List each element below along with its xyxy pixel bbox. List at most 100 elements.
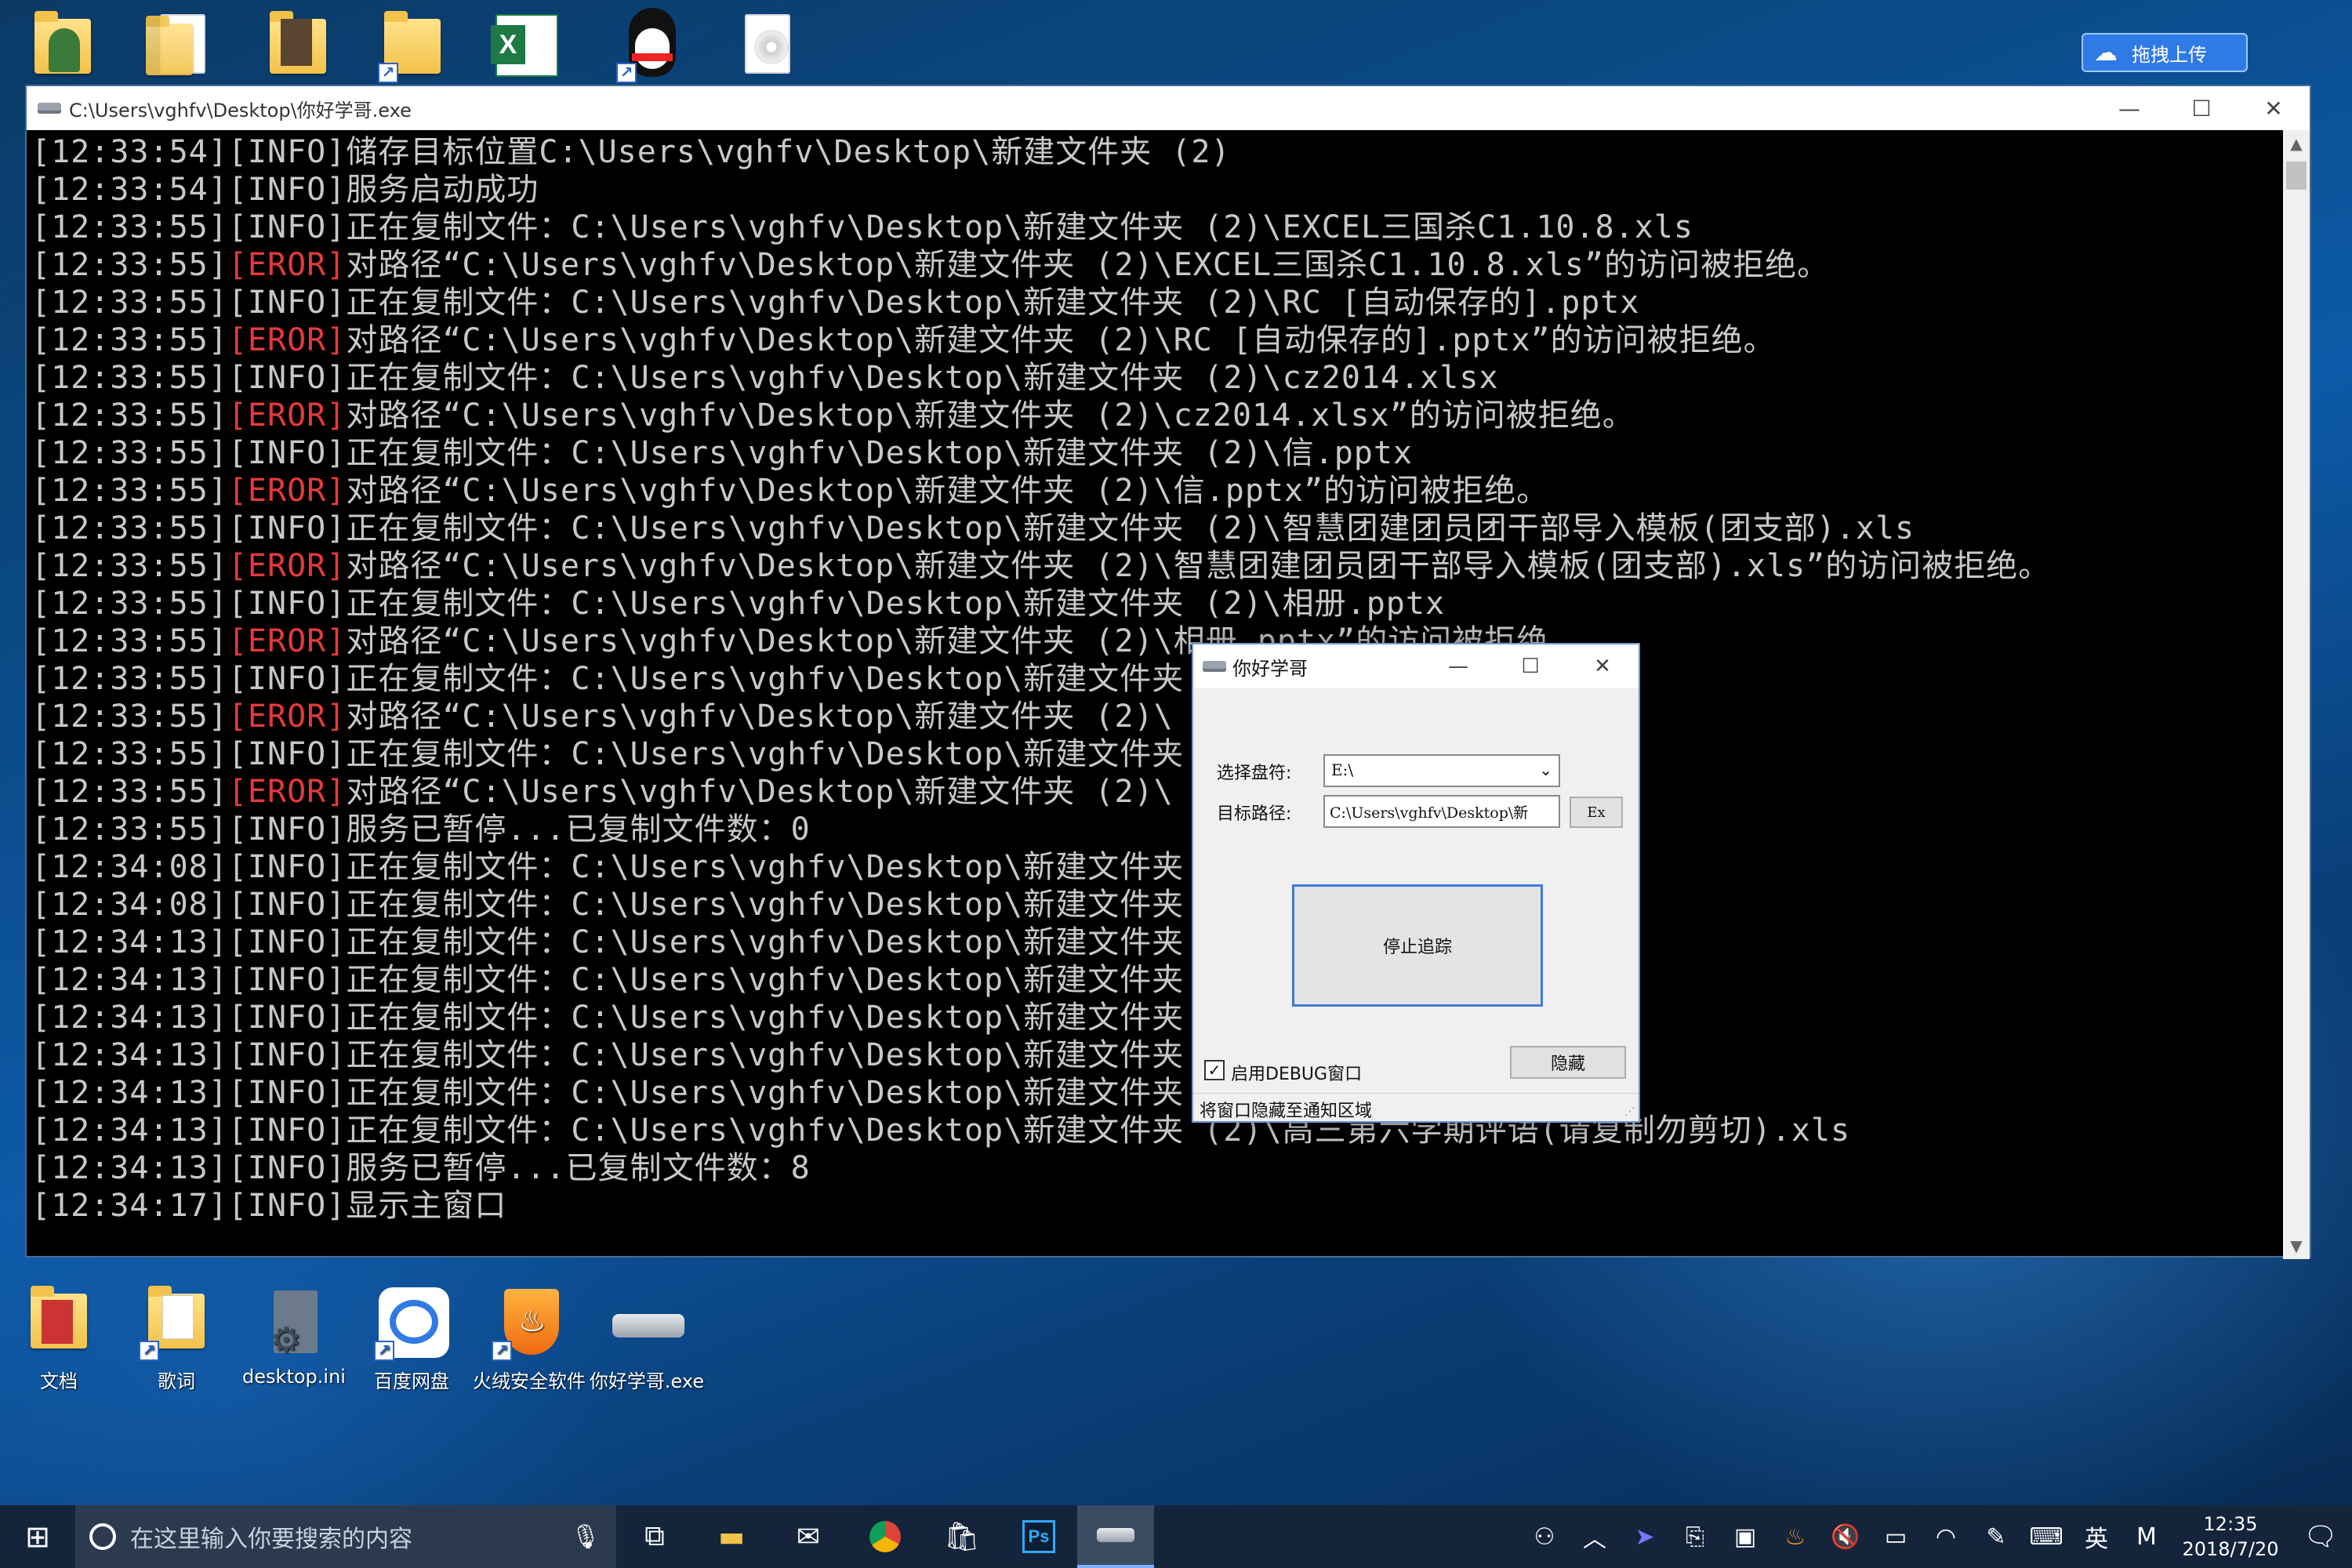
log-time: [12:33:55] <box>31 285 228 321</box>
desktop-icon-documents[interactable]: 文档 <box>0 1286 118 1393</box>
mail-icon[interactable]: ✉ <box>770 1505 847 1568</box>
desktop-icon-huorong[interactable]: ♨ ↗ 火绒安全软件 <box>470 1286 588 1393</box>
log-message: 正在复制文件：C:\Users\vghfv\Desktop\新建文件夹 (2)\… <box>346 360 1499 396</box>
usb-icon[interactable]: ⎘ <box>1670 1523 1720 1551</box>
disc-file-icon[interactable] <box>735 8 811 83</box>
pen-icon[interactable]: ✎ <box>1971 1523 2021 1551</box>
log-message: 正在复制文件：C:\Users\vghfv\Desktop\新建文件夹 <box>346 1037 1185 1073</box>
log-level: [INFO] <box>227 172 347 208</box>
upload-button[interactable]: ☁ 拖拽上传 <box>2082 33 2248 72</box>
log-time: [12:34:13] <box>31 1112 228 1149</box>
desktop-icon-label: 文档 <box>40 1370 78 1392</box>
ime-mode[interactable]: M <box>2122 1523 2172 1551</box>
app-dialog[interactable]: 你好学哥 — ☐ ✕ 选择盘符: E:\ ⌄ 目标路径: C:\Users\vg… <box>1192 643 1640 1123</box>
target-path-field[interactable]: C:\Users\vghfv\Desktop\新 <box>1323 795 1560 828</box>
scroll-up-icon[interactable]: ▲ <box>2283 130 2310 157</box>
ex-button[interactable]: Ex <box>1570 797 1623 828</box>
chevron-up-icon[interactable]: ︿ <box>1570 1519 1620 1554</box>
search-placeholder: 在这里输入你要搜索的内容 <box>130 1526 412 1553</box>
file-explorer-icon[interactable]: ▬ <box>693 1505 770 1568</box>
user-figure <box>49 28 80 72</box>
user-folder-icon[interactable] <box>28 8 103 83</box>
scroll-thumb[interactable] <box>2286 162 2307 190</box>
minimize-button[interactable]: — <box>2093 86 2165 130</box>
volume-muted-icon[interactable]: 🔇 <box>1820 1523 1871 1551</box>
start-button[interactable]: ⊞ <box>0 1505 75 1568</box>
qq-shortcut-icon[interactable]: ↗ <box>616 8 691 83</box>
maximize-button[interactable]: ☐ <box>2165 86 2238 130</box>
console-line: [12:34:13][INFO]正在复制文件：C:\Users\vghfv\De… <box>31 1036 2285 1074</box>
battery-icon[interactable]: ▭ <box>1871 1523 1921 1551</box>
log-time: [12:34:08] <box>31 887 228 923</box>
dialog-minimize-button[interactable]: — <box>1422 644 1494 688</box>
console-title: C:\Users\vghfv\Desktop\你好学哥.exe <box>69 99 412 122</box>
log-level: [EROR] <box>227 699 347 735</box>
log-level: [INFO] <box>227 1188 347 1224</box>
console-line: [12:33:55][EROR]对路径“C:\Users\vghfv\Deskt… <box>31 472 2285 510</box>
log-level: [INFO] <box>227 285 347 321</box>
excel-icon[interactable]: X <box>491 8 566 83</box>
log-time: [12:33:55] <box>31 322 228 358</box>
dialog-status-bar: 将窗口隐藏至通知区域 <box>1193 1093 1639 1121</box>
drive-select-value: E:\ <box>1331 760 1354 779</box>
people-icon[interactable]: ⚇ <box>1519 1523 1570 1551</box>
log-message: 服务启动成功 <box>346 172 539 208</box>
console-line: [12:33:55][INFO]正在复制文件：C:\Users\vghfv\De… <box>31 585 2285 622</box>
taskbar-search-box[interactable]: 在这里输入你要搜索的内容 🎙 <box>75 1505 616 1568</box>
chrome-icon[interactable] <box>847 1505 924 1568</box>
notification-icon[interactable]: 🗨 <box>2289 1521 2352 1552</box>
desktop-icon-desktop-ini[interactable]: ⚙ desktop.ini <box>235 1286 353 1388</box>
ime-language[interactable]: 英 <box>2071 1519 2122 1554</box>
lyrics-folder-icon: ↗ <box>139 1286 214 1361</box>
wifi-icon[interactable]: ◠ <box>1921 1523 1971 1551</box>
document-icon[interactable] <box>146 8 221 83</box>
dialog-maximize-button[interactable]: ☐ <box>1494 644 1566 688</box>
log-level: [EROR] <box>227 397 347 434</box>
stop-tracking-button[interactable]: 停止追踪 <box>1292 884 1543 1007</box>
console-line: [12:33:55][EROR]对路径“C:\Users\vghfv\Deskt… <box>31 622 2285 660</box>
console-line: [12:34:13][INFO]正在复制文件：C:\Users\vghfv\De… <box>31 1112 2285 1149</box>
scroll-down-icon[interactable]: ▼ <box>2283 1232 2310 1259</box>
desktop-icon-lyrics[interactable]: ↗ 歌词 <box>118 1286 235 1393</box>
close-button[interactable]: ✕ <box>2238 86 2310 130</box>
dialog-close-button[interactable]: ✕ <box>1566 644 1639 688</box>
log-level: [INFO] <box>227 736 347 772</box>
debug-checkbox[interactable]: ✓ <box>1204 1060 1225 1080</box>
resize-grip-icon[interactable]: ⋰ <box>1624 1105 1635 1118</box>
log-time: [12:33:55] <box>31 397 228 434</box>
log-time: [12:33:55] <box>31 435 228 471</box>
folder-shortcut-icon[interactable]: ↗ <box>378 8 453 83</box>
status-text: 将窗口隐藏至通知区域 <box>1200 1102 1373 1121</box>
log-time: [12:34:13] <box>31 1075 228 1111</box>
app-exe-taskbar-icon[interactable] <box>1077 1505 1154 1568</box>
console-line: [12:34:08][INFO]正在复制文件：C:\Users\vghfv\De… <box>31 886 2285 924</box>
microphone-icon[interactable]: 🎙 <box>571 1523 616 1551</box>
log-message: 正在复制文件：C:\Users\vghfv\Desktop\新建文件夹 (2)\… <box>346 435 1414 471</box>
console-scrollbar[interactable]: ▲ ▼ <box>2283 130 2310 1259</box>
display-icon[interactable]: ▣ <box>1720 1523 1770 1551</box>
desktop-icon-baidu-netdisk[interactable]: ↗ 百度网盘 <box>353 1286 470 1393</box>
log-level: [EROR] <box>227 774 347 810</box>
task-view-icon[interactable]: ⧉ <box>616 1505 693 1568</box>
photo-folder-icon[interactable] <box>263 8 339 83</box>
clock[interactable]: 12:35 2018/7/20 <box>2172 1512 2289 1562</box>
log-level: [INFO] <box>227 360 347 396</box>
cursor-tool-icon[interactable]: ➤ <box>1620 1523 1670 1551</box>
cortana-icon <box>89 1523 116 1550</box>
console-line: [12:33:55][INFO]正在复制文件：C:\Users\vghfv\De… <box>31 434 2285 472</box>
console-output[interactable]: [12:33:54][INFO]储存目标位置C:\Users\vghfv\Des… <box>27 130 2285 1259</box>
log-level: [INFO] <box>227 1150 347 1186</box>
huorong-icon: ♨ ↗ <box>492 1286 567 1361</box>
console-line: [12:33:55][EROR]对路径“C:\Users\vghfv\Deskt… <box>31 246 2285 284</box>
hide-button[interactable]: 隐藏 <box>1510 1046 1626 1079</box>
console-window[interactable]: C:\Users\vghfv\Desktop\你好学哥.exe — ☐ ✕ [1… <box>25 85 2311 1259</box>
drive-select[interactable]: E:\ ⌄ <box>1323 754 1560 787</box>
photoshop-icon[interactable]: Ps <box>1000 1505 1077 1568</box>
console-title-bar[interactable]: C:\Users\vghfv\Desktop\你好学哥.exe — ☐ ✕ <box>27 86 2310 130</box>
dialog-title-bar[interactable]: 你好学哥 — ☐ ✕ <box>1193 644 1639 688</box>
desktop-icon-app-exe[interactable]: 你好学哥.exe <box>588 1286 706 1393</box>
huorong-tray-icon[interactable]: ♨ <box>1770 1523 1820 1551</box>
keyboard-icon[interactable]: ⌨ <box>2021 1523 2071 1551</box>
log-level: [INFO] <box>227 849 347 885</box>
store-icon[interactable]: 🛍 <box>924 1505 1000 1568</box>
